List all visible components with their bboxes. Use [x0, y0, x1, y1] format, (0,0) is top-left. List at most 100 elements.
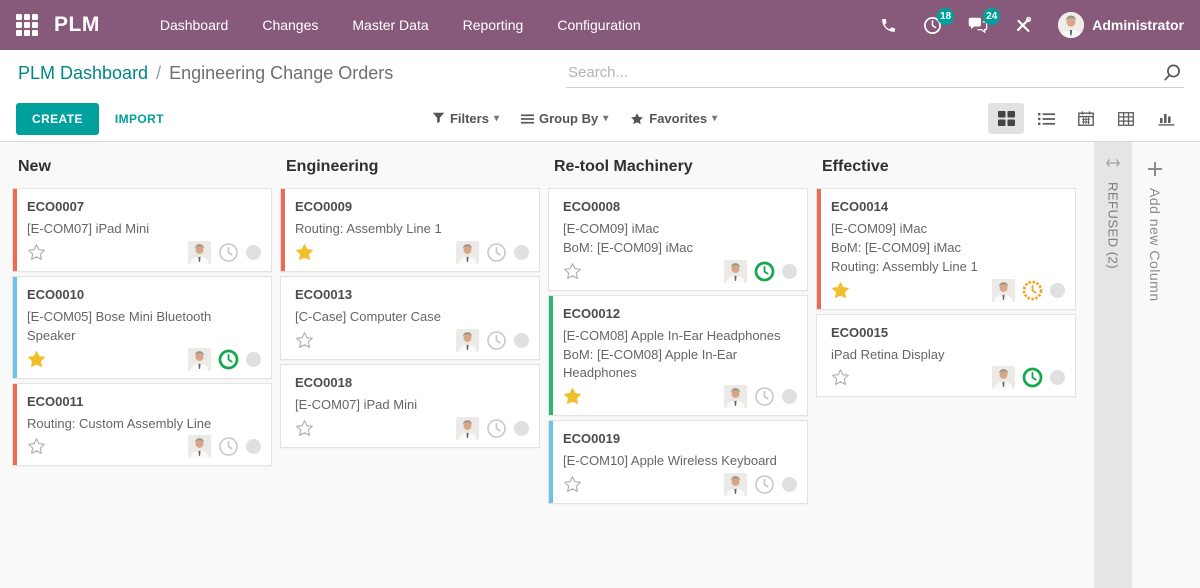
search-icon[interactable]: [1162, 63, 1182, 83]
card-reference: ECO0007: [27, 199, 261, 214]
view-button-list[interactable]: [1028, 103, 1064, 134]
activity-clock-icon[interactable]: [218, 242, 239, 263]
kanban-card[interactable]: ECO0018 [E-COM07] iPad Mini: [280, 364, 540, 448]
column-title[interactable]: Engineering: [280, 142, 540, 188]
messages-icon[interactable]: 24: [968, 16, 988, 34]
activity-clock-icon[interactable]: [1022, 280, 1043, 301]
funnel-icon: [432, 112, 445, 125]
assignee-avatar[interactable]: [188, 348, 211, 371]
status-dot[interactable]: [514, 245, 529, 260]
column-title[interactable]: Re-tool Machinery: [548, 142, 808, 188]
nav-menu-item[interactable]: Dashboard: [160, 17, 229, 33]
status-dot[interactable]: [782, 264, 797, 279]
kanban-card[interactable]: ECO0010 [E-COM05] Bose Mini Bluetooth Sp…: [12, 276, 272, 379]
assignee-avatar[interactable]: [456, 329, 479, 352]
phone-icon[interactable]: [880, 17, 897, 34]
nav-menu-item[interactable]: Configuration: [557, 17, 640, 33]
card-lines: [E-COM10] Apple Wireless Keyboard: [563, 452, 797, 471]
priority-star-icon[interactable]: [295, 419, 314, 438]
apps-grid-icon[interactable]: [16, 14, 38, 36]
assignee-avatar[interactable]: [992, 279, 1015, 302]
priority-star-icon[interactable]: [295, 243, 314, 262]
assignee-avatar[interactable]: [724, 473, 747, 496]
kanban-card[interactable]: ECO0011 Routing: Custom Assembly Line: [12, 383, 272, 467]
card-lines: [E-COM09] iMacBoM: [E-COM09] iMacRouting…: [831, 220, 1065, 277]
activity-clock-icon[interactable]: [486, 330, 507, 351]
view-button-graph[interactable]: [1148, 103, 1184, 134]
favorites-dropdown[interactable]: Favorites ▾: [630, 111, 717, 126]
priority-star-icon[interactable]: [563, 475, 582, 494]
kanban-card[interactable]: ECO0013 [C-Case] Computer Case: [280, 276, 540, 360]
status-dot[interactable]: [514, 421, 529, 436]
card-line: [E-COM08] Apple In-Ear Headphones: [563, 327, 797, 346]
priority-star-icon[interactable]: [563, 262, 582, 281]
breadcrumb-root-link[interactable]: PLM Dashboard: [18, 63, 148, 84]
add-new-column[interactable]: Add new Column: [1132, 142, 1178, 588]
view-button-kanban[interactable]: [988, 103, 1024, 134]
status-dot[interactable]: [246, 245, 261, 260]
nav-menu-item[interactable]: Master Data: [352, 17, 428, 33]
assignee-avatar[interactable]: [724, 260, 747, 283]
add-column-label: Add new Column: [1147, 188, 1163, 302]
kanban-card[interactable]: ECO0007 [E-COM07] iPad Mini: [12, 188, 272, 272]
activity-clock-icon[interactable]: [1022, 367, 1043, 388]
status-dot[interactable]: [1050, 283, 1065, 298]
card-color-bar: [817, 189, 821, 309]
status-dot[interactable]: [782, 477, 797, 492]
filters-dropdown[interactable]: Filters ▾: [432, 111, 499, 126]
app-brand[interactable]: PLM: [54, 13, 100, 37]
activities-clock-icon[interactable]: 18: [923, 16, 942, 35]
activity-clock-icon[interactable]: [754, 386, 775, 407]
list-lines-icon: [521, 113, 534, 125]
nav-menu-item[interactable]: Changes: [262, 17, 318, 33]
card-footer: [563, 260, 797, 283]
activity-clock-icon[interactable]: [754, 474, 775, 495]
priority-star-icon[interactable]: [563, 387, 582, 406]
priority-star-icon[interactable]: [27, 243, 46, 262]
assignee-avatar[interactable]: [724, 385, 747, 408]
priority-star-icon[interactable]: [27, 350, 46, 369]
priority-star-icon[interactable]: [27, 437, 46, 456]
status-dot[interactable]: [514, 333, 529, 348]
create-button[interactable]: CREATE: [16, 103, 99, 135]
activity-clock-icon[interactable]: [486, 242, 507, 263]
status-dot[interactable]: [246, 439, 261, 454]
priority-star-icon[interactable]: [295, 331, 314, 350]
assignee-avatar[interactable]: [456, 417, 479, 440]
card-line: [E-COM09] iMac: [831, 220, 1065, 239]
activity-clock-icon[interactable]: [218, 436, 239, 457]
kanban-board: New ECO0007 [E-COM07] iPad Mini ECO0010 …: [0, 142, 1200, 588]
user-menu[interactable]: Administrator: [1058, 12, 1184, 38]
activity-clock-icon[interactable]: [486, 418, 507, 439]
activity-clock-icon[interactable]: [218, 349, 239, 370]
column-title[interactable]: Effective: [816, 142, 1076, 188]
priority-star-icon[interactable]: [831, 281, 850, 300]
group-by-dropdown[interactable]: Group By ▾: [521, 111, 608, 126]
card-line: [E-COM10] Apple Wireless Keyboard: [563, 452, 797, 471]
kanban-card[interactable]: ECO0014 [E-COM09] iMacBoM: [E-COM09] iMa…: [816, 188, 1076, 310]
assignee-avatar[interactable]: [188, 241, 211, 264]
assignee-avatar[interactable]: [188, 435, 211, 458]
assignee-avatar[interactable]: [992, 366, 1015, 389]
import-button[interactable]: IMPORT: [115, 112, 164, 126]
status-dot[interactable]: [782, 389, 797, 404]
calendar-view-icon: [1078, 111, 1094, 126]
assignee-avatar[interactable]: [456, 241, 479, 264]
kanban-card[interactable]: ECO0015 iPad Retina Display: [816, 314, 1076, 398]
kanban-card[interactable]: ECO0009 Routing: Assembly Line 1: [280, 188, 540, 272]
kanban-card[interactable]: ECO0008 [E-COM09] iMacBoM: [E-COM09] iMa…: [548, 188, 808, 291]
caret-down-icon: ▾: [494, 113, 499, 124]
status-dot[interactable]: [246, 352, 261, 367]
search-input[interactable]: [568, 64, 1162, 81]
tools-icon[interactable]: [1014, 16, 1032, 34]
column-title[interactable]: New: [12, 142, 272, 188]
view-button-pivot[interactable]: [1108, 103, 1144, 134]
collapsed-column-refused[interactable]: REFUSED (2): [1094, 142, 1132, 588]
view-button-calendar[interactable]: [1068, 103, 1104, 134]
status-dot[interactable]: [1050, 370, 1065, 385]
nav-menu-item[interactable]: Reporting: [463, 17, 524, 33]
kanban-card[interactable]: ECO0012 [E-COM08] Apple In-Ear Headphone…: [548, 295, 808, 417]
priority-star-icon[interactable]: [831, 368, 850, 387]
activity-clock-icon[interactable]: [754, 261, 775, 282]
kanban-card[interactable]: ECO0019 [E-COM10] Apple Wireless Keyboar…: [548, 420, 808, 504]
